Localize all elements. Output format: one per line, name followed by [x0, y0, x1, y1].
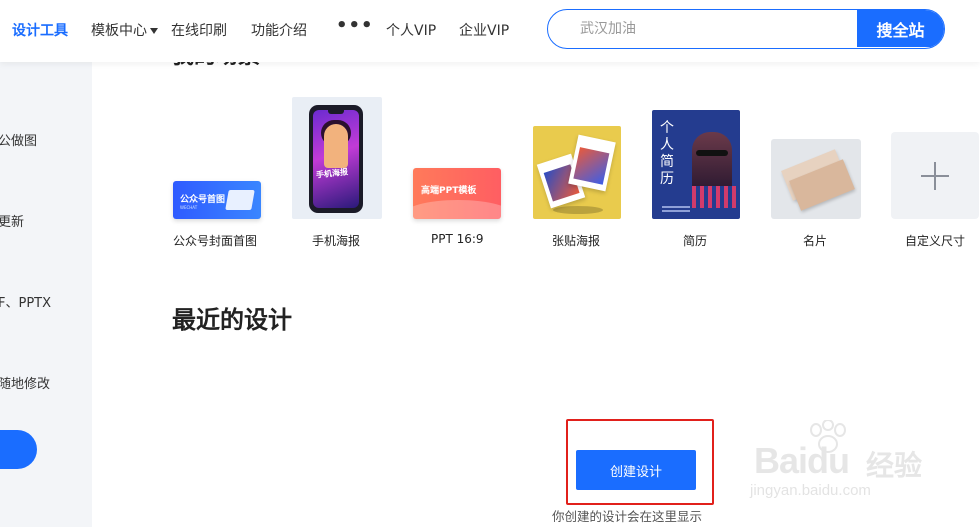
- scene-label: 名片: [803, 234, 828, 248]
- search-button[interactable]: 搜全站: [857, 10, 944, 47]
- scene-label: PPT 16:9: [431, 232, 484, 246]
- nav-template-center[interactable]: 模板中心: [91, 20, 158, 40]
- top-nav: 设计工具 模板中心 在线印刷 功能介绍 ••• 个人VIP 企业VIP 搜全站: [0, 0, 980, 62]
- nav-design-tools[interactable]: 设计工具: [12, 20, 68, 40]
- custom-size-tile: [891, 132, 979, 219]
- poster-thumbnail: [533, 126, 621, 219]
- nav-personal-vip[interactable]: 个人VIP: [386, 20, 436, 40]
- sidebar-item: 公做图: [0, 134, 38, 149]
- ppt-thumbnail: 高端PPT模板: [413, 168, 501, 219]
- scene-label: 自定义尺寸: [905, 234, 966, 248]
- thumb-text: 公众号首图: [180, 195, 226, 205]
- sidebar-item: 更新: [0, 215, 25, 230]
- nav-online-print[interactable]: 在线印刷: [171, 20, 227, 40]
- search-input[interactable]: [548, 10, 858, 47]
- scene-label: 手机海报: [312, 234, 361, 248]
- phone-graphic: 手机海报: [309, 105, 363, 213]
- more-icon[interactable]: •••: [336, 15, 374, 36]
- thumb-subtext: WECHAT: [180, 205, 198, 210]
- sidebar: 公做图 更新 F、PPTX 随地修改: [0, 62, 92, 527]
- laptop-graphic: [225, 190, 255, 210]
- sidebar-action-button[interactable]: [0, 430, 37, 469]
- empty-state-hint: 你创建的设计会在这里显示: [552, 509, 703, 524]
- baidu-jingyan-watermark: Baidu 经验 jingyan.baidu.com: [748, 420, 938, 510]
- create-design-button[interactable]: 创建设计: [576, 450, 696, 490]
- sidebar-item: 随地修改: [0, 377, 51, 392]
- thumb-text: 个人简历: [660, 120, 674, 187]
- caret-down-icon: [150, 28, 158, 34]
- scene-label: 简历: [683, 234, 708, 248]
- resume-thumbnail: 个人简历: [652, 110, 740, 219]
- nav-features[interactable]: 功能介绍: [251, 20, 307, 40]
- search-box: 搜全站: [547, 9, 945, 49]
- page-root: 我的场景 设计工具 模板中心 在线印刷 功能介绍 ••• 个人VIP 企业VIP…: [0, 0, 980, 527]
- watermark-brand: Baidu: [754, 440, 850, 481]
- scene-label: 公众号封面首图: [173, 234, 258, 248]
- nav-template-center-label: 模板中心: [91, 23, 147, 39]
- watermark-url: jingyan.baidu.com: [750, 482, 871, 499]
- watermark-brand-cn: 经验: [866, 449, 923, 482]
- sidebar-item: F、PPTX: [0, 296, 52, 311]
- recent-designs-title: 最近的设计: [172, 306, 292, 334]
- wechat-cover-thumbnail: 公众号首图 WECHAT: [173, 181, 261, 219]
- nav-enterprise-vip[interactable]: 企业VIP: [459, 20, 509, 40]
- thumb-text: 手机海报: [315, 167, 349, 180]
- thumb-text: 高端PPT模板: [421, 186, 477, 196]
- scene-label: 张贴海报: [552, 234, 601, 248]
- business-card-thumbnail: [771, 139, 861, 219]
